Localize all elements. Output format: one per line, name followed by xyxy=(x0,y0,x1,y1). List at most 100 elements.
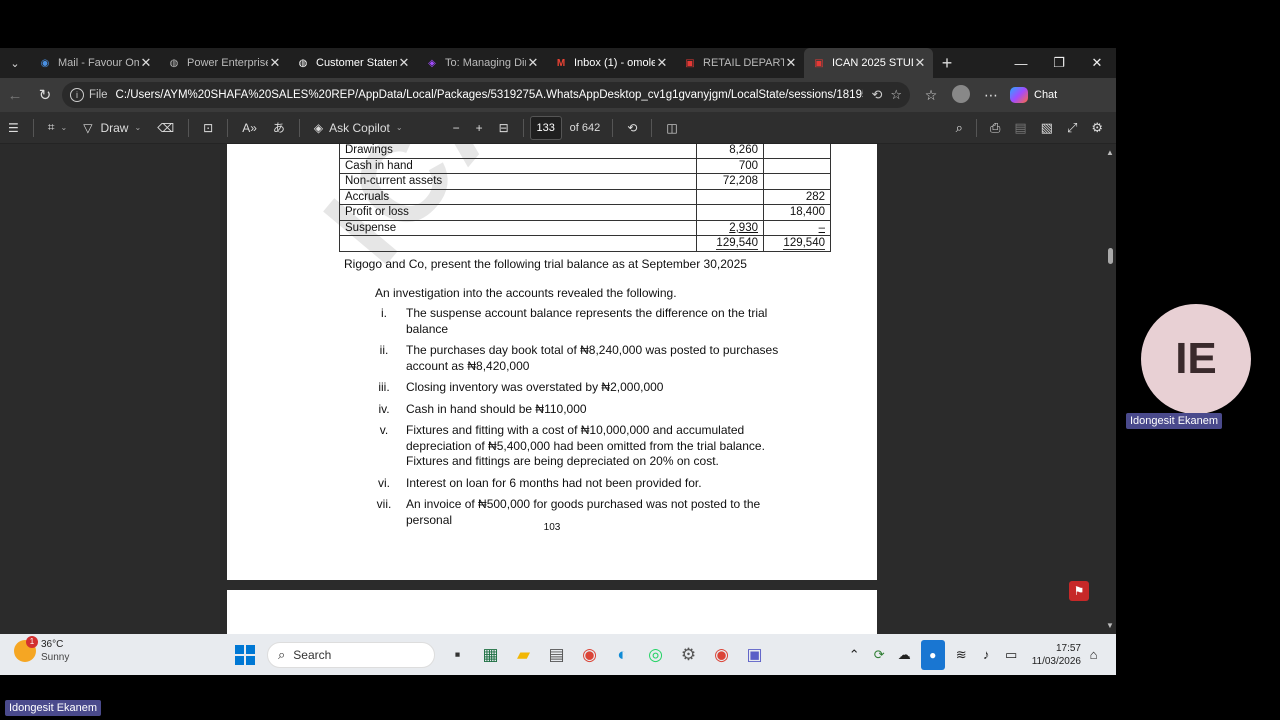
ask-copilot-button[interactable]: ◈ Ask Copilot ⌄ xyxy=(306,112,411,144)
close-icon[interactable]: ✕ xyxy=(268,55,282,71)
globe-icon: ◍ xyxy=(169,57,179,69)
fit-page-icon[interactable]: ⊟ xyxy=(491,112,517,144)
read-aloud-icon[interactable]: A» xyxy=(234,112,265,144)
taskbar-search-input[interactable]: ⌕ Search xyxy=(267,641,435,668)
close-icon[interactable]: ✕ xyxy=(397,55,411,71)
eraser-icon[interactable]: ⌫ xyxy=(149,112,182,144)
url-text: C:/Users/AYM%20SHAFA%20SALES%20REP/AppDa… xyxy=(115,89,864,101)
table-row: Accruals 282 xyxy=(339,188,831,205)
favorites-icon[interactable]: ☆ xyxy=(916,87,946,104)
scroll-up-icon[interactable]: ▲ xyxy=(1106,148,1114,157)
start-windows-icon[interactable] xyxy=(228,638,261,671)
more-menu-icon[interactable]: ⋯ xyxy=(976,87,1006,104)
sync-icon[interactable]: ⟳ xyxy=(867,647,892,663)
edge-icon[interactable]: ◐ xyxy=(606,638,639,671)
chrome-profile-icon[interactable]: ◉ xyxy=(705,638,738,671)
settings-gear-icon[interactable]: ⚙ xyxy=(1084,112,1110,144)
zoom-out-icon[interactable]: − xyxy=(445,112,468,144)
minimize-icon[interactable]: — xyxy=(1002,48,1040,78)
close-icon[interactable]: ✕ xyxy=(139,55,153,71)
tab-managing-director[interactable]: ◈ To: Managing Dire ✕ xyxy=(417,48,546,78)
outlook-icon: ◉ xyxy=(40,57,50,69)
draw-icon: ▽ xyxy=(83,120,93,135)
chevron-up-icon[interactable]: ⌃ xyxy=(842,647,867,663)
tab-inbox[interactable]: M Inbox (1) - omolefa ✕ xyxy=(546,48,675,78)
settings-gear-icon[interactable]: ⚙ xyxy=(672,638,705,671)
teams-icon[interactable]: ▣ xyxy=(738,638,771,671)
microphone-icon[interactable]: ● xyxy=(920,639,945,670)
highlight-button[interactable]: ⌗ ⌄ xyxy=(40,112,75,144)
close-icon[interactable]: ✕ xyxy=(784,55,798,71)
cloud-off-icon[interactable]: ☁ xyxy=(892,647,917,663)
task-view-icon[interactable]: ▪ xyxy=(441,638,474,671)
taskbar: 1 36°C Sunny ⌕ Search ▪ ▦ ▰ ▤ ◉ ◐ ◎ ⚙ ◉ … xyxy=(0,634,1116,675)
vertical-scrollbar[interactable]: ▲ ▼ xyxy=(1104,144,1116,634)
findings-list: i. The suspense account balance represent… xyxy=(362,306,802,534)
info-icon[interactable]: i xyxy=(70,88,84,102)
close-icon[interactable]: ✕ xyxy=(655,55,669,71)
page-view-icon[interactable]: ◫ xyxy=(658,112,685,144)
contents-icon[interactable]: ☰ xyxy=(0,112,27,144)
battery-icon[interactable]: ▭ xyxy=(999,647,1024,663)
tab-retail-department[interactable]: ▣ RETAIL DEPARTME ✕ xyxy=(675,48,804,78)
new-tab-button[interactable]: + xyxy=(933,53,961,74)
calculator-icon[interactable]: ▤ xyxy=(540,638,573,671)
tab-power-enterprise[interactable]: ◍ Power Enterprise 2 ✕ xyxy=(159,48,288,78)
text-box-icon[interactable]: ⊡ xyxy=(195,112,221,144)
scroll-down-icon[interactable]: ▼ xyxy=(1106,621,1114,630)
chat-button[interactable]: Chat xyxy=(1010,87,1057,103)
sun-icon: 1 xyxy=(14,636,38,662)
print-icon[interactable]: ⎙ xyxy=(983,112,1007,144)
table-row: Suspense 2,930 – xyxy=(339,219,831,236)
close-icon[interactable]: ✕ xyxy=(526,55,540,71)
translate-icon[interactable]: あ xyxy=(265,112,293,144)
list-item: iii. Closing inventory was overstated by … xyxy=(378,380,664,394)
excel-icon[interactable]: ▦ xyxy=(474,638,507,671)
list-item: i. The suspense account balance represent… xyxy=(381,306,768,336)
list-item: v. Fixtures and fitting with a cost of ₦1… xyxy=(379,423,765,468)
save-as-icon[interactable]: ▧ xyxy=(1034,112,1060,144)
rotate-icon[interactable]: ⟲ xyxy=(619,112,645,144)
participant-avatar: IE xyxy=(1141,304,1251,414)
draw-button[interactable]: ▽ Draw ⌄ xyxy=(75,112,149,144)
zoom-in-icon[interactable]: + xyxy=(468,112,491,144)
profile-avatar[interactable] xyxy=(946,84,976,106)
translate-icon[interactable]: ⟲ xyxy=(871,87,882,103)
clock[interactable]: 17:57 11/03/2026 xyxy=(1032,642,1081,668)
url-field[interactable]: i File C:/Users/AYM%20SHAFA%20SALES%20RE… xyxy=(62,82,910,108)
scroll-thumb[interactable] xyxy=(1108,248,1113,264)
page-number-input[interactable]: 133 xyxy=(529,115,562,140)
volume-icon[interactable]: ♪ xyxy=(974,647,999,662)
close-window-icon[interactable]: ✕ xyxy=(1078,48,1116,78)
intro-paragraph: Rigogo and Co, present the following tri… xyxy=(344,257,747,271)
acrobat-icon[interactable]: ⚑ xyxy=(1069,581,1089,601)
tab-mail[interactable]: ◉ Mail - Favour Omo ✕ xyxy=(30,48,159,78)
restore-icon[interactable]: ❐ xyxy=(1040,48,1078,78)
globe-icon: ◍ xyxy=(298,57,308,69)
wifi-icon[interactable]: ≋ xyxy=(949,647,974,663)
save-icon[interactable]: ▤ xyxy=(1007,112,1033,144)
fullscreen-icon[interactable]: ⤢ xyxy=(1060,112,1084,144)
notifications-icon[interactable]: ⌂ xyxy=(1081,647,1106,662)
back-icon[interactable]: ← xyxy=(0,80,30,110)
search-icon: ⌕ xyxy=(278,646,286,662)
pdf-icon: ▣ xyxy=(685,57,695,69)
tab-actions-chevron-icon[interactable]: ⌄ xyxy=(0,48,30,78)
whatsapp-icon[interactable]: ◎ xyxy=(639,638,672,671)
page-footer-number: 103 xyxy=(543,522,561,533)
tab-customer-statement[interactable]: ◍ Customer Statemer ✕ xyxy=(288,48,417,78)
chrome-icon[interactable]: ◉ xyxy=(573,638,606,671)
search-icon[interactable]: ⌕ xyxy=(949,112,970,144)
gmail-icon: M xyxy=(556,57,566,69)
copilot-icon: ◈ xyxy=(313,120,324,135)
refresh-icon[interactable]: ↻ xyxy=(30,80,60,110)
pdf-viewport[interactable]: ICAN Drawings 8,260 Cash in hand 700 Non… xyxy=(0,144,1116,634)
tab-ican-study[interactable]: ▣ ICAN 2025 STUDY ✕ xyxy=(804,48,933,78)
file-explorer-icon[interactable]: ▰ xyxy=(507,638,540,671)
favorite-star-icon[interactable]: ☆ xyxy=(890,87,902,103)
window-controls: — ❐ ✕ xyxy=(1002,48,1116,78)
list-item: vi. Interest on loan for 6 months had not… xyxy=(378,475,702,490)
weather-widget[interactable]: 1 36°C Sunny xyxy=(14,636,69,664)
system-tray: ⌃ ⟳ ☁ ● ≋ ♪ ▭ 17:57 11/03/2026 ⌂ xyxy=(842,638,1106,671)
close-icon[interactable]: ✕ xyxy=(913,55,927,71)
